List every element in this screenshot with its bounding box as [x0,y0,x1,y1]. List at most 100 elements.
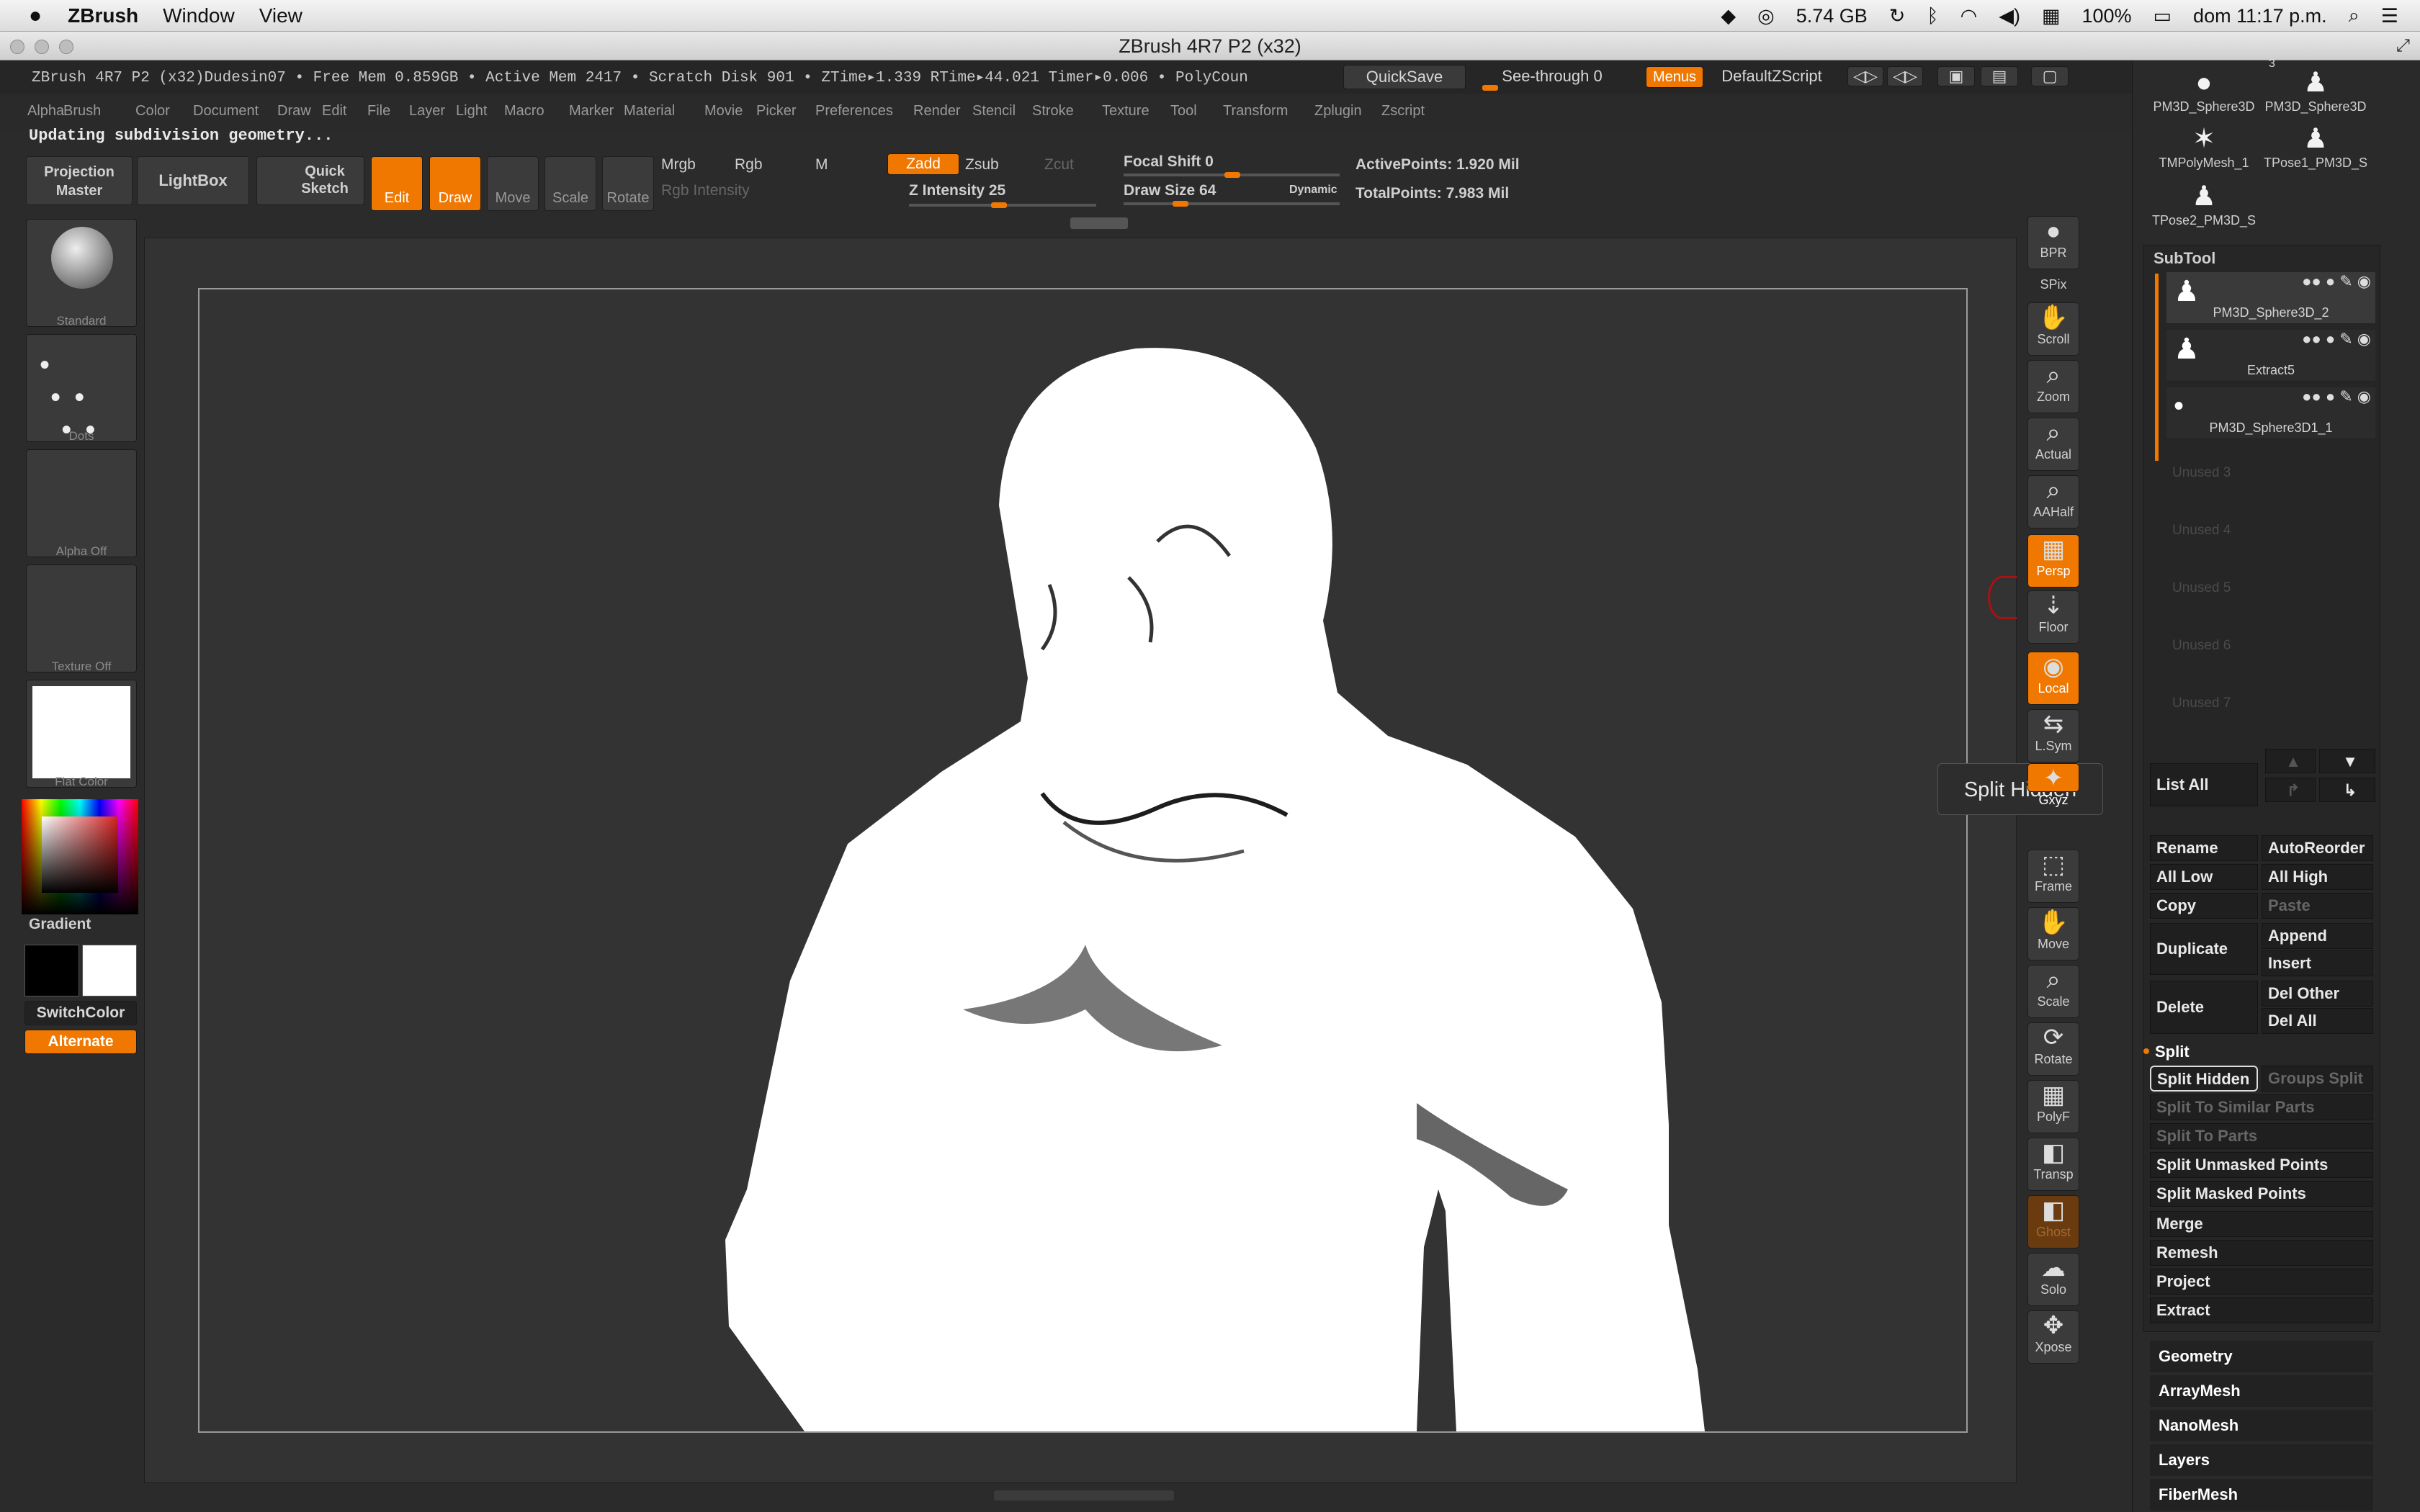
merge-section[interactable]: Merge [2150,1211,2373,1237]
wifi-icon[interactable]: ◠ [1960,5,1978,27]
draw-size-track[interactable] [1124,202,1340,205]
split-similar-parts-button[interactable]: Split To Similar Parts [2150,1094,2373,1120]
del-all-button[interactable]: Del All [2262,1008,2373,1034]
tool-thumb[interactable]: ● PM3D_Sphere3D [2150,66,2258,117]
remesh-section[interactable]: Remesh [2150,1240,2373,1266]
split-masked-button[interactable]: Split Masked Points [2150,1181,2373,1207]
alternate-button[interactable]: Alternate [24,1030,137,1054]
transp-button[interactable]: ◧ Transp [2027,1138,2079,1191]
extract-section[interactable]: Extract [2150,1297,2373,1323]
interface-arrows-icon[interactable]: ◁▷ [1847,66,1883,86]
subtool-controls-icon[interactable]: ●● ● ✎ ◉ [2302,387,2371,406]
zoom-button[interactable]: ⌕ Zoom [2027,360,2079,413]
project-section[interactable]: Project [2150,1269,2373,1295]
layout-icon[interactable]: ▣ [1937,66,1975,86]
z-intensity-knob[interactable] [991,202,1007,208]
color-picker[interactable] [22,799,138,914]
menu-layer[interactable]: Layer [409,103,445,120]
groups-split-button[interactable]: Groups Split [2262,1066,2373,1092]
polyf-button[interactable]: ▦ PolyF [2027,1080,2079,1133]
menu-alpha[interactable]: Alpha [27,103,64,120]
canvas-top-handle[interactable] [1070,217,1128,229]
layout2-icon[interactable]: ▤ [1981,66,2018,86]
duplicate-button[interactable]: Duplicate [2150,923,2258,975]
paste-button[interactable]: Paste [2262,893,2373,919]
quicksave-button[interactable]: QuickSave [1343,65,1466,89]
scale-button[interactable]: ⌕ Scale [2027,965,2079,1018]
subtool-controls-icon[interactable]: ●● ● ✎ ◉ [2302,272,2371,291]
document-canvas[interactable] [198,288,1968,1433]
menu-zplugin[interactable]: Zplugin [1314,103,1362,120]
alpha-selector[interactable] [26,449,137,557]
color-square[interactable] [42,816,118,893]
local-button[interactable]: ◉ Local [2027,652,2079,705]
dropbox-icon[interactable]: ◆ [1721,5,1736,27]
tool-section-nanomesh[interactable]: NanoMesh [2150,1410,2373,1441]
texture-selector[interactable] [26,564,137,672]
dynamic-toggle[interactable]: Dynamic [1289,184,1337,197]
split-section-label[interactable]: Split [2155,1043,2190,1061]
memory-status[interactable]: 5.74 GB [1796,5,1868,27]
actual-button[interactable]: ⌕ Actual [2027,418,2079,471]
rotate-mode-button[interactable]: Rotate [602,156,654,211]
subtool-title[interactable]: SubTool [2154,249,2215,268]
reorder-up-icon[interactable]: ↱ [2265,778,2316,802]
default-zscript-button[interactable]: DefaultZScript [1707,65,1837,88]
rotate-button[interactable]: ⟳ Rotate [2027,1022,2079,1076]
bluetooth-icon[interactable]: ᛒ [1927,5,1938,27]
scroll-button[interactable]: ✋ Scroll [2027,302,2079,356]
tool-section-arraymesh[interactable]: ArrayMesh [2150,1375,2373,1407]
zcut-toggle[interactable]: Zcut [1044,156,1074,174]
gradient-label[interactable]: Gradient [29,916,91,933]
autoreorder-button[interactable]: AutoReorder [2262,835,2373,861]
bpr-button[interactable]: ● BPR [2027,216,2079,269]
lightbox-button[interactable]: LightBox [137,156,249,205]
menu-tool[interactable]: Tool [1170,103,1197,120]
see-through-knob[interactable] [1482,85,1498,91]
apple-icon[interactable]: ● [29,4,42,28]
close-window-button[interactable] [10,40,24,54]
subtool-item[interactable]: ♟ ●● ● ✎ ◉ PM3D_Sphere3D_2 [2166,272,2375,324]
draw-size-slider[interactable]: Draw Size 64 [1124,182,1216,199]
switch-color-button[interactable]: SwitchColor [24,1001,137,1025]
split-unmasked-button[interactable]: Split Unmasked Points [2150,1152,2373,1178]
menu-material[interactable]: Material [624,103,675,120]
rgb-intensity-slider[interactable]: Rgb Intensity [661,182,750,199]
delete-button[interactable]: Delete [2150,981,2258,1034]
xpose-button[interactable]: ✥ Xpose [2027,1310,2079,1364]
tool-section-layers[interactable]: Layers [2150,1444,2373,1476]
minimize-window-button[interactable] [35,40,49,54]
tool-section-geometry[interactable]: Geometry [2150,1341,2373,1372]
m-toggle[interactable]: M [815,156,828,174]
split-hidden-button[interactable]: Split Hidden [2150,1066,2258,1092]
quick-sketch-button[interactable]: Quick Sketch [256,156,364,205]
zsub-toggle[interactable]: Zsub [965,156,999,174]
tool-thumb[interactable]: ✶ TMPolyMesh_1 [2150,122,2258,173]
split-to-parts-button[interactable]: Split To Parts [2150,1123,2373,1149]
focal-shift-slider[interactable]: Focal Shift 0 [1124,153,1214,171]
rename-button[interactable]: Rename [2150,835,2258,861]
projection-master-button[interactable]: Projection Master [26,156,133,205]
time-machine-icon[interactable]: ↻ [1889,5,1906,27]
menu-draw[interactable]: Draw [277,103,311,120]
lsym-button[interactable]: ⇆ L.Sym [2027,709,2079,762]
notification-center-icon[interactable]: ☰ [2381,5,2398,27]
clock[interactable]: dom 11:17 p.m. [2193,5,2327,27]
zoom-window-button[interactable] [59,40,73,54]
persp-button[interactable]: ▦ Persp [2027,534,2079,588]
spotlight-icon[interactable]: ⌕ [2349,4,2360,27]
list-all-button[interactable]: List All [2150,763,2258,806]
canvas-bottom-handle[interactable] [994,1490,1174,1500]
menu-color[interactable]: Color [135,103,170,120]
rgb-toggle[interactable]: Rgb [735,156,763,174]
menu-document[interactable]: Document [193,103,259,120]
mrgb-toggle[interactable]: Mrgb [661,156,696,174]
model-viewport[interactable] [200,289,1966,1432]
brush-selector[interactable] [26,219,137,327]
move-button[interactable]: ✋ Move [2027,907,2079,960]
sculpted-figure[interactable] [725,348,1705,1432]
subtool-item[interactable]: ♟ ●● ● ✎ ◉ Extract5 [2166,330,2375,382]
z-intensity-slider[interactable]: Z Intensity 25 [909,182,1005,199]
battery-status[interactable]: 100% [2081,5,2131,27]
menu-stencil[interactable]: Stencil [972,103,1016,120]
